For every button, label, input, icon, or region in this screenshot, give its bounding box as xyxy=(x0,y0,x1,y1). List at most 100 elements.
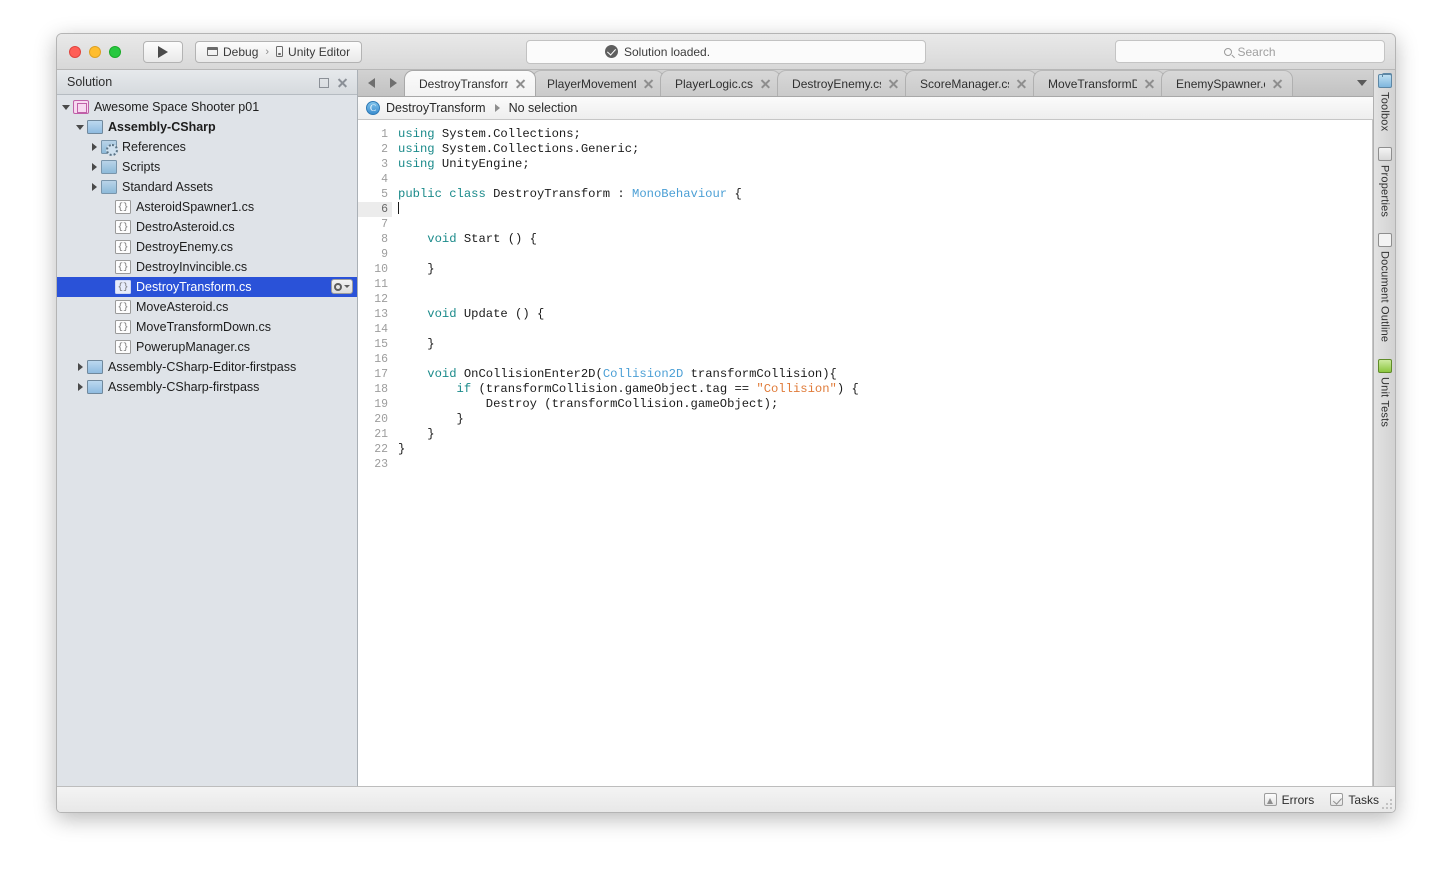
pad-tab-outline[interactable]: Document Outline xyxy=(1377,233,1392,343)
code-text[interactable]: using System.Collections; using System.Co… xyxy=(392,120,1372,786)
disclosure-triangle-icon[interactable] xyxy=(89,182,100,193)
code-line[interactable] xyxy=(398,457,1372,472)
tasks-label: Tasks xyxy=(1348,792,1379,807)
code-line[interactable]: } xyxy=(398,412,1372,427)
editor-tab[interactable]: MoveTransformDown.cs xyxy=(1033,70,1166,96)
editor-tab-label: EnemySpawner.cs xyxy=(1176,76,1265,91)
disclosure-triangle-icon[interactable] xyxy=(89,162,100,173)
close-tab-icon[interactable] xyxy=(1143,77,1156,90)
code-line[interactable]: } xyxy=(398,427,1372,442)
play-icon xyxy=(158,45,168,58)
node-options-button[interactable] xyxy=(331,279,353,294)
target-label: Unity Editor xyxy=(288,44,351,59)
close-tab-icon[interactable] xyxy=(642,77,655,90)
close-tab-icon[interactable] xyxy=(759,77,772,90)
line-number: 4 xyxy=(381,173,388,186)
close-tab-icon[interactable] xyxy=(1271,77,1284,90)
editor-tab[interactable]: DestroyTransform.cs xyxy=(404,70,536,96)
editor-tab[interactable]: EnemySpawner.cs xyxy=(1161,70,1294,96)
editor-tab[interactable]: PlayerMovement.cs xyxy=(532,70,664,96)
tree-node[interactable]: {} DestroyTransform.cs xyxy=(57,277,357,297)
run-configuration-selector[interactable]: Debug › Unity Editor xyxy=(195,40,363,63)
cs-icon: {} xyxy=(115,300,131,314)
tree-node[interactable]: Assembly-CSharp xyxy=(57,117,357,137)
device-icon xyxy=(276,46,284,57)
tree-node[interactable]: {} DestroyInvincible.cs xyxy=(57,257,357,277)
close-tab-icon[interactable] xyxy=(1015,77,1028,90)
application-window: Debug › Unity Editor Solution loaded. Se… xyxy=(56,33,1396,813)
code-line[interactable]: void Start () { xyxy=(398,232,1372,247)
tree-node[interactable]: References xyxy=(57,137,357,157)
tasks-pad-button[interactable]: Tasks xyxy=(1330,793,1379,807)
code-line[interactable] xyxy=(398,292,1372,307)
disclosure-triangle-icon[interactable] xyxy=(89,142,100,153)
maximize-window-button[interactable] xyxy=(109,45,121,58)
editor-tab-label: ScoreManager.cs xyxy=(920,76,1010,91)
tree-node[interactable]: Scripts xyxy=(57,157,357,177)
code-line[interactable]: using UnityEngine; xyxy=(398,157,1372,172)
code-line[interactable] xyxy=(398,172,1372,187)
toolbox-icon xyxy=(1377,73,1392,88)
tree-node-label: DestroyTransform.cs xyxy=(136,279,252,294)
code-line[interactable] xyxy=(398,352,1372,367)
close-tab-icon[interactable] xyxy=(514,77,527,90)
pad-tab-props[interactable]: Properties xyxy=(1377,147,1392,217)
editor-tab[interactable]: ScoreManager.cs xyxy=(905,70,1038,96)
cs-icon: {} xyxy=(115,320,131,334)
tab-nav-back-button[interactable] xyxy=(360,69,382,96)
disclosure-triangle-icon[interactable] xyxy=(61,102,72,113)
disclosure-triangle-icon[interactable] xyxy=(75,382,86,393)
errors-pad-button[interactable]: Errors xyxy=(1263,793,1314,807)
tree-node[interactable]: Assembly-CSharp-Editor-firstpass xyxy=(57,357,357,377)
status-text: Solution loaded. xyxy=(624,44,711,59)
code-line[interactable] xyxy=(398,322,1372,337)
code-line[interactable] xyxy=(398,202,1372,217)
code-line[interactable]: Destroy (transformCollision.gameObject); xyxy=(398,397,1372,412)
code-line[interactable] xyxy=(398,217,1372,232)
code-line[interactable]: using System.Collections; xyxy=(398,127,1372,142)
code-line[interactable]: } xyxy=(398,442,1372,457)
code-line[interactable]: using System.Collections.Generic; xyxy=(398,142,1372,157)
tree-node[interactable]: {} PowerupManager.cs xyxy=(57,337,357,357)
code-line[interactable]: public class DestroyTransform : MonoBeha… xyxy=(398,187,1372,202)
code-line[interactable]: void OnCollisionEnter2D(Collision2D tran… xyxy=(398,367,1372,382)
disclosure-triangle-icon[interactable] xyxy=(75,362,86,373)
breadcrumb-member[interactable]: No selection xyxy=(509,101,578,115)
code-editor[interactable]: 1 2 3 4 5 6 7 8 9 10 11 12 13 14 15 16 17 18 19 20 21 22 23 us… xyxy=(358,120,1373,786)
disclosure-triangle-icon[interactable] xyxy=(75,122,86,133)
tab-overflow-button[interactable] xyxy=(1351,70,1373,96)
resize-grip[interactable] xyxy=(1380,797,1392,809)
tree-node[interactable]: {} DestroAsteroid.cs xyxy=(57,217,357,237)
tree-node[interactable]: {} MoveAsteroid.cs xyxy=(57,297,357,317)
editor-tab[interactable]: DestroyEnemy.cs xyxy=(777,70,910,96)
tree-node[interactable]: Assembly-CSharp-firstpass xyxy=(57,377,357,397)
solution-pad: Solution Awesome Space Shooter p01 Assemb… xyxy=(57,70,358,786)
pad-tab-tests[interactable]: Unit Tests xyxy=(1377,358,1392,427)
code-line[interactable]: } xyxy=(398,262,1372,277)
code-line[interactable]: if (transformCollision.gameObject.tag ==… xyxy=(398,382,1372,397)
solution-tree[interactable]: Awesome Space Shooter p01 Assembly-CSharp… xyxy=(57,95,357,786)
close-tab-icon[interactable] xyxy=(887,77,900,90)
breadcrumb-class[interactable]: DestroyTransform xyxy=(386,101,486,115)
tab-nav-forward-button[interactable] xyxy=(382,69,404,96)
tree-node[interactable]: {} DestroyEnemy.cs xyxy=(57,237,357,257)
search-input[interactable]: Search xyxy=(1115,40,1385,63)
code-line[interactable] xyxy=(398,277,1372,292)
pad-tab-toolbox[interactable]: Toolbox xyxy=(1377,73,1392,131)
tree-node[interactable]: Awesome Space Shooter p01 xyxy=(57,97,357,117)
close-icon[interactable] xyxy=(336,76,349,89)
close-window-button[interactable] xyxy=(69,45,81,58)
code-line[interactable]: } xyxy=(398,337,1372,352)
dock-icon[interactable] xyxy=(317,76,330,89)
line-number: 19 xyxy=(374,398,388,411)
code-line[interactable] xyxy=(398,247,1372,262)
line-number: 5 xyxy=(381,188,388,201)
run-button[interactable] xyxy=(143,40,183,63)
editor-tab[interactable]: PlayerLogic.cs xyxy=(660,70,782,96)
minimize-window-button[interactable] xyxy=(89,45,101,58)
tree-node[interactable]: {} MoveTransformDown.cs xyxy=(57,317,357,337)
tree-node[interactable]: {} AsteroidSpawner1.cs xyxy=(57,197,357,217)
tree-node[interactable]: Standard Assets xyxy=(57,177,357,197)
code-line[interactable]: void Update () { xyxy=(398,307,1372,322)
